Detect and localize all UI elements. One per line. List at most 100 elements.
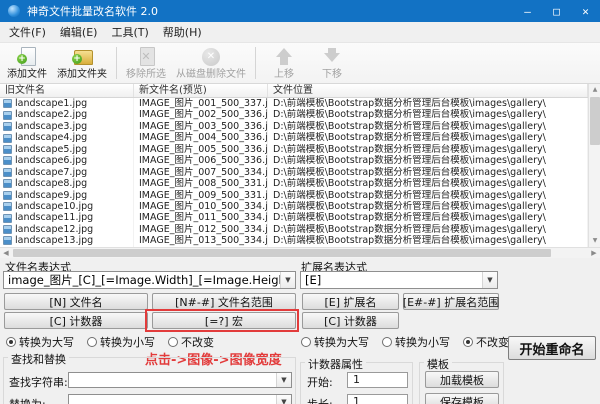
start-rename-button[interactable]: 开始重命名: [508, 336, 596, 360]
table-row[interactable]: landscape9.jpg IMAGE_图片_009_500_331.jpg D:…: [0, 189, 588, 201]
menu-item-help[interactable]: 帮助(H): [156, 22, 209, 42]
file-path: D:\前端模板\Bootstrap数据分析管理后台模板\images\galle…: [268, 132, 588, 144]
filename-case-radio-1[interactable]: 转换为小写: [87, 334, 155, 350]
table-row[interactable]: landscape6.jpg IMAGE_图片_006_500_336.jpg D:…: [0, 155, 588, 167]
save-template-button[interactable]: 保存模板: [425, 393, 499, 404]
ext-e-range-button[interactable]: [E#-#] 扩展名范围: [403, 293, 499, 310]
find-string-label: 查找字符串:: [9, 376, 68, 389]
new-filename: IMAGE_图片_006_500_336.jpg: [134, 155, 268, 167]
menu-item-tools[interactable]: 工具(T): [104, 22, 155, 42]
extension-case-radio-1[interactable]: 转换为小写: [382, 334, 450, 350]
file-path: D:\前端模板\Bootstrap数据分析管理后台模板\images\galle…: [268, 200, 588, 213]
column-header-new-name[interactable]: 新文件名(预览): [134, 84, 268, 97]
counter-step-input[interactable]: 1: [347, 394, 408, 404]
find-string-input[interactable]: ▼: [68, 372, 292, 388]
table-row[interactable]: landscape3.jpg IMAGE_图片_003_500_336.jpg D:…: [0, 120, 588, 133]
find-replace-title: 查找和替换: [8, 351, 69, 367]
image-file-icon: [3, 133, 12, 143]
toolbar-move-up-button[interactable]: 上移: [260, 44, 308, 82]
table-row[interactable]: landscape10.jpg IMAGE_图片_010_500_334.jpg D…: [0, 200, 588, 213]
file-path: D:\前端模板\Bootstrap数据分析管理后台模板\images\galle…: [268, 109, 588, 121]
table-row[interactable]: landscape2.jpg IMAGE_图片_002_500_336.jpg D:…: [0, 109, 588, 121]
filename-case-radio-0[interactable]: 转换为大写: [6, 334, 74, 350]
toolbar-add-files-button[interactable]: 添加文件: [2, 44, 52, 82]
fn-macro-button[interactable]: [=?] 宏: [152, 312, 296, 329]
new-filename: IMAGE_图片_009_500_331.jpg: [134, 189, 268, 201]
scroll-right-icon[interactable]: ▶: [588, 248, 600, 258]
old-filename: landscape13.jpg: [15, 235, 94, 247]
add-files-label: 添加文件: [7, 69, 47, 80]
menu-item-file[interactable]: 文件(F): [2, 22, 53, 42]
table-row[interactable]: landscape4.jpg IMAGE_图片_004_500_336.jpg D:…: [0, 132, 588, 144]
chevron-down-icon[interactable]: ▼: [280, 272, 295, 288]
old-filename: landscape11.jpg: [15, 212, 94, 224]
file-table: 旧文件名 新文件名(预览) 文件位置 landscape1.jpg IMAGE_图…: [0, 84, 600, 258]
fn-n-filename-button[interactable]: [N] 文件名: [4, 293, 148, 310]
move-down-label: 下移: [322, 69, 342, 80]
menu-item-edit[interactable]: 编辑(E): [53, 22, 105, 42]
ext-counter-button[interactable]: [C] 计数器: [302, 312, 399, 329]
fn-n-range-button[interactable]: [N#-#] 文件名范围: [152, 293, 296, 310]
vertical-scrollbar[interactable]: ▲ ▼: [588, 84, 600, 247]
toolbar-add-folder-button[interactable]: 添加文件夹: [52, 44, 112, 82]
table-row[interactable]: landscape7.jpg IMAGE_图片_007_500_334.jpg D:…: [0, 166, 588, 179]
old-filename: landscape4.jpg: [15, 132, 88, 144]
close-button[interactable]: ✕: [571, 0, 600, 22]
chevron-down-icon[interactable]: ▼: [482, 272, 497, 288]
fn-counter-button[interactable]: [C] 计数器: [4, 312, 148, 329]
titlebar: 神奇文件批量改名软件 2.0 – □ ✕: [0, 0, 600, 22]
move-up-label: 上移: [274, 69, 294, 80]
replace-with-input[interactable]: ▼: [68, 394, 292, 404]
image-file-icon: [3, 236, 12, 246]
template-group: 模板 加载模板 保存模板: [419, 356, 504, 404]
image-file-icon: [3, 202, 12, 212]
scroll-left-icon[interactable]: ◀: [0, 248, 12, 258]
table-row[interactable]: landscape5.jpg IMAGE_图片_005_500_336.jpg D:…: [0, 143, 588, 156]
filename-expression-input[interactable]: image_图片_[C]_[=Image.Width]_[=Image.Heig…: [3, 271, 296, 289]
chevron-down-icon[interactable]: ▼: [276, 373, 291, 387]
old-filename: landscape1.jpg: [15, 98, 88, 109]
toolbar-remove-selected-button[interactable]: 移除所选: [121, 44, 171, 82]
file-path: D:\前端模板\Bootstrap数据分析管理后台模板\images\galle…: [268, 223, 588, 236]
image-file-icon: [3, 179, 12, 189]
toolbar-separator: [116, 47, 117, 79]
image-file-icon: [3, 225, 12, 235]
ext-e-extension-button[interactable]: [E] 扩展名: [302, 293, 399, 310]
add-file-icon: [15, 46, 39, 66]
vertical-scroll-thumb[interactable]: [590, 97, 600, 145]
filename-case-radio-2[interactable]: 不改变: [168, 334, 214, 350]
extension-case-radio-0[interactable]: 转换为大写: [301, 334, 369, 350]
extension-case-radio-2[interactable]: 不改变: [463, 334, 509, 350]
new-filename: IMAGE_图片_008_500_331.jpg: [134, 178, 268, 190]
table-row[interactable]: landscape13.jpg IMAGE_图片_013_500_334.jpg D…: [0, 235, 588, 247]
file-path: D:\前端模板\Bootstrap数据分析管理后台模板\images\galle…: [268, 235, 588, 247]
horizontal-scroll-thumb[interactable]: [13, 249, 551, 257]
counter-start-input[interactable]: 1: [347, 372, 408, 388]
old-filename: landscape8.jpg: [15, 178, 88, 190]
column-header-old-name[interactable]: 旧文件名: [0, 84, 134, 97]
minimize-button[interactable]: –: [513, 0, 542, 22]
image-file-icon: [3, 99, 12, 109]
load-template-button[interactable]: 加载模板: [425, 371, 499, 388]
template-title: 模板: [424, 356, 452, 372]
chevron-down-icon[interactable]: ▼: [276, 395, 291, 404]
table-row[interactable]: landscape12.jpg IMAGE_图片_012_500_334.jpg D…: [0, 223, 588, 236]
table-row[interactable]: landscape1.jpg IMAGE_图片_001_500_337.jpg D:…: [0, 98, 588, 110]
radio-icon: [301, 337, 311, 347]
maximize-button[interactable]: □: [542, 0, 571, 22]
horizontal-scrollbar[interactable]: ◀ ▶: [0, 247, 600, 258]
extension-expression-input[interactable]: [E] ▼: [300, 271, 498, 289]
column-header-location[interactable]: 文件位置: [268, 84, 588, 97]
toolbar-delete-from-disk-button[interactable]: 从磁盘删除文件: [171, 44, 251, 82]
image-file-icon: [3, 144, 12, 154]
scroll-down-icon[interactable]: ▼: [589, 235, 600, 247]
table-row[interactable]: landscape11.jpg IMAGE_图片_011_500_334.jpg D…: [0, 212, 588, 224]
old-filename: landscape7.jpg: [15, 166, 88, 178]
table-row[interactable]: landscape8.jpg IMAGE_图片_008_500_331.jpg D:…: [0, 178, 588, 190]
delete-from-disk-icon: [199, 46, 223, 66]
scroll-up-icon[interactable]: ▲: [589, 84, 600, 96]
toolbar-move-down-button[interactable]: 下移: [308, 44, 356, 82]
file-path: D:\前端模板\Bootstrap数据分析管理后台模板\images\galle…: [268, 143, 588, 156]
window-title: 神奇文件批量改名软件 2.0: [27, 5, 158, 18]
toolbar: 添加文件添加文件夹 移除所选从磁盘删除文件 上移 下移: [0, 43, 600, 84]
